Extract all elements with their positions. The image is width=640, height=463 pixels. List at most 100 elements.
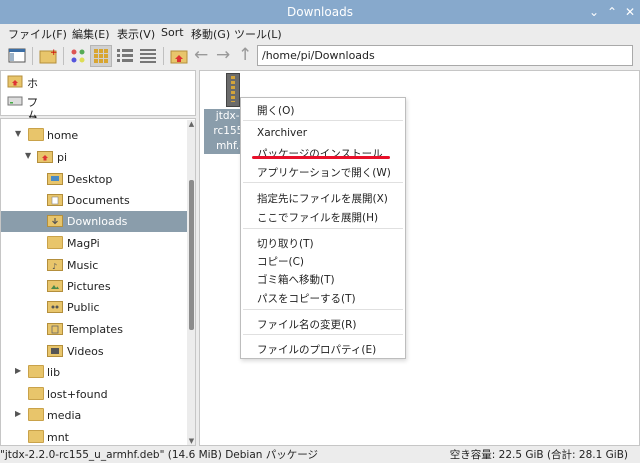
tree-item-videos[interactable]: Videos [1, 341, 195, 362]
tree-item-desktop[interactable]: Desktop [1, 169, 195, 190]
menu-item-cut[interactable]: 切り取り(T) [257, 236, 314, 251]
tree-label: Music [67, 259, 99, 272]
tree-item-documents[interactable]: Documents [1, 190, 195, 211]
documents-folder-icon [47, 194, 63, 206]
tree-item-music[interactable]: ♪ Music [1, 255, 195, 276]
svg-text:♪: ♪ [52, 262, 57, 271]
detail-view-icon[interactable] [137, 45, 159, 67]
tree-item-lib[interactable]: ▶ lib [1, 362, 195, 383]
archive-icon [226, 73, 240, 107]
menu-go[interactable]: 移動(G) [191, 26, 230, 42]
context-menu: 開く(O) Xarchiver パッケージのインストール アプリケーションで開く… [240, 97, 406, 359]
title-bar: Downloads ⌄ ⌃ ✕ [0, 0, 640, 24]
pictures-folder-icon [47, 280, 63, 292]
tree-item-lost-found[interactable]: lost+found [1, 384, 195, 405]
tree-item-pictures[interactable]: Pictures [1, 276, 195, 297]
menu-item-properties[interactable]: ファイルのプロパティ(E) [257, 342, 376, 357]
folder-icon [28, 430, 44, 443]
tree-label: mnt [47, 431, 69, 444]
desktop-folder-icon [47, 173, 63, 185]
address-bar[interactable]: /home/pi/Downloads [257, 45, 633, 66]
toolbar-separator [163, 47, 164, 65]
status-selection: "jtdx-2.2.0-rc155_u_armhf.deb" (14.6 MiB… [0, 449, 319, 461]
home-folder-icon [7, 75, 23, 88]
places-panel: ホームフォルダ ファイルシステムのルート [0, 70, 196, 285]
music-folder-icon: ♪ [47, 259, 63, 271]
scroll-up-icon[interactable]: ▲ [187, 120, 195, 128]
status-bar: "jtdx-2.2.0-rc155_u_armhf.deb" (14.6 MiB… [0, 446, 640, 463]
menu-separator [243, 182, 403, 183]
maximize-button[interactable]: ⌃ [604, 4, 620, 20]
tree-item-downloads[interactable]: Downloads [1, 211, 195, 232]
drive-icon [7, 96, 23, 106]
new-window-icon[interactable] [6, 45, 28, 67]
tree-label: Public [67, 301, 100, 314]
menu-separator [243, 228, 403, 229]
scrollbar-thumb[interactable] [189, 180, 194, 330]
menu-sort[interactable]: Sort [161, 26, 184, 39]
up-arrow-icon[interactable]: ↑ [238, 45, 252, 65]
menu-item-extract-to[interactable]: 指定先にファイルを展開(X) [257, 191, 388, 206]
tree-label: Pictures [67, 280, 111, 293]
tree-item-mnt[interactable]: mnt [1, 427, 195, 445]
menu-separator [243, 309, 403, 310]
tree-label: Documents [67, 194, 130, 207]
tree-label: Videos [67, 345, 104, 358]
toolbar-separator [63, 47, 64, 65]
status-free-space: 空き容量: 22.5 GiB (合計: 28.1 GiB) [449, 449, 628, 461]
minimize-button[interactable]: ⌄ [586, 4, 602, 20]
menu-item-open[interactable]: 開く(O) [257, 103, 294, 118]
menu-item-rename[interactable]: ファイル名の変更(R) [257, 317, 357, 332]
menu-item-extract-here[interactable]: ここでファイルを展開(H) [257, 210, 378, 225]
thumbnail-view-icon[interactable] [90, 45, 112, 67]
scroll-down-icon[interactable]: ▼ [187, 437, 195, 445]
folder-icon [28, 128, 44, 141]
directory-tree: ▼ home ▼ pi Desktop Documents Downloads … [0, 118, 196, 446]
tree-item-public[interactable]: Public [1, 297, 195, 318]
close-button[interactable]: ✕ [622, 4, 638, 20]
home-icon[interactable] [168, 45, 190, 67]
tree-item-pi[interactable]: ▼ pi [1, 147, 195, 168]
tree-item-magpi[interactable]: MagPi [1, 233, 195, 254]
menu-separator [243, 334, 403, 335]
menu-separator [243, 120, 403, 121]
tree-label: pi [57, 151, 68, 164]
menu-item-xarchiver[interactable]: Xarchiver [257, 127, 307, 139]
svg-text:+: + [50, 48, 58, 58]
window-title: Downloads [287, 5, 353, 19]
icon-view-icon[interactable] [67, 45, 89, 67]
tree-scrollbar[interactable]: ▲ ▼ [187, 120, 195, 445]
tree-label: lib [47, 366, 61, 379]
templates-folder-icon [47, 323, 63, 335]
toolbar-separator [32, 47, 33, 65]
expander-down-icon[interactable]: ▼ [15, 129, 21, 138]
menu-item-trash[interactable]: ゴミ箱へ移動(T) [257, 272, 335, 287]
tree-item-home[interactable]: ▼ home [1, 125, 195, 146]
tree-item-media[interactable]: ▶ media [1, 405, 195, 426]
menu-view[interactable]: 表示(V) [117, 26, 155, 42]
menu-file[interactable]: ファイル(F) [8, 26, 67, 42]
menu-tools[interactable]: ツール(L) [234, 26, 282, 42]
menu-edit[interactable]: 編集(E) [72, 26, 110, 42]
tree-label: Desktop [67, 173, 113, 186]
compact-view-icon[interactable] [114, 45, 136, 67]
tree-label: Templates [67, 323, 123, 336]
tree-label: home [47, 129, 79, 142]
folder-icon [47, 236, 63, 249]
tree-label: Downloads [67, 215, 128, 228]
folder-icon [28, 408, 44, 421]
new-tab-icon[interactable]: + [37, 45, 59, 67]
tree-label: MagPi [67, 237, 100, 250]
tree-item-templates[interactable]: Templates [1, 319, 195, 340]
menu-item-open-with[interactable]: アプリケーションで開く(W) [257, 165, 391, 180]
videos-folder-icon [47, 345, 63, 357]
back-arrow-icon[interactable]: ← [194, 45, 208, 65]
expander-right-icon[interactable]: ▶ [15, 366, 21, 375]
expander-right-icon[interactable]: ▶ [15, 409, 21, 418]
public-folder-icon [47, 301, 63, 313]
tree-label: lost+found [47, 388, 108, 401]
menu-item-copy-path[interactable]: パスをコピーする(T) [257, 291, 356, 306]
expander-down-icon[interactable]: ▼ [25, 151, 31, 160]
menu-item-copy[interactable]: コピー(C) [257, 254, 304, 269]
forward-arrow-icon[interactable]: → [216, 45, 230, 65]
